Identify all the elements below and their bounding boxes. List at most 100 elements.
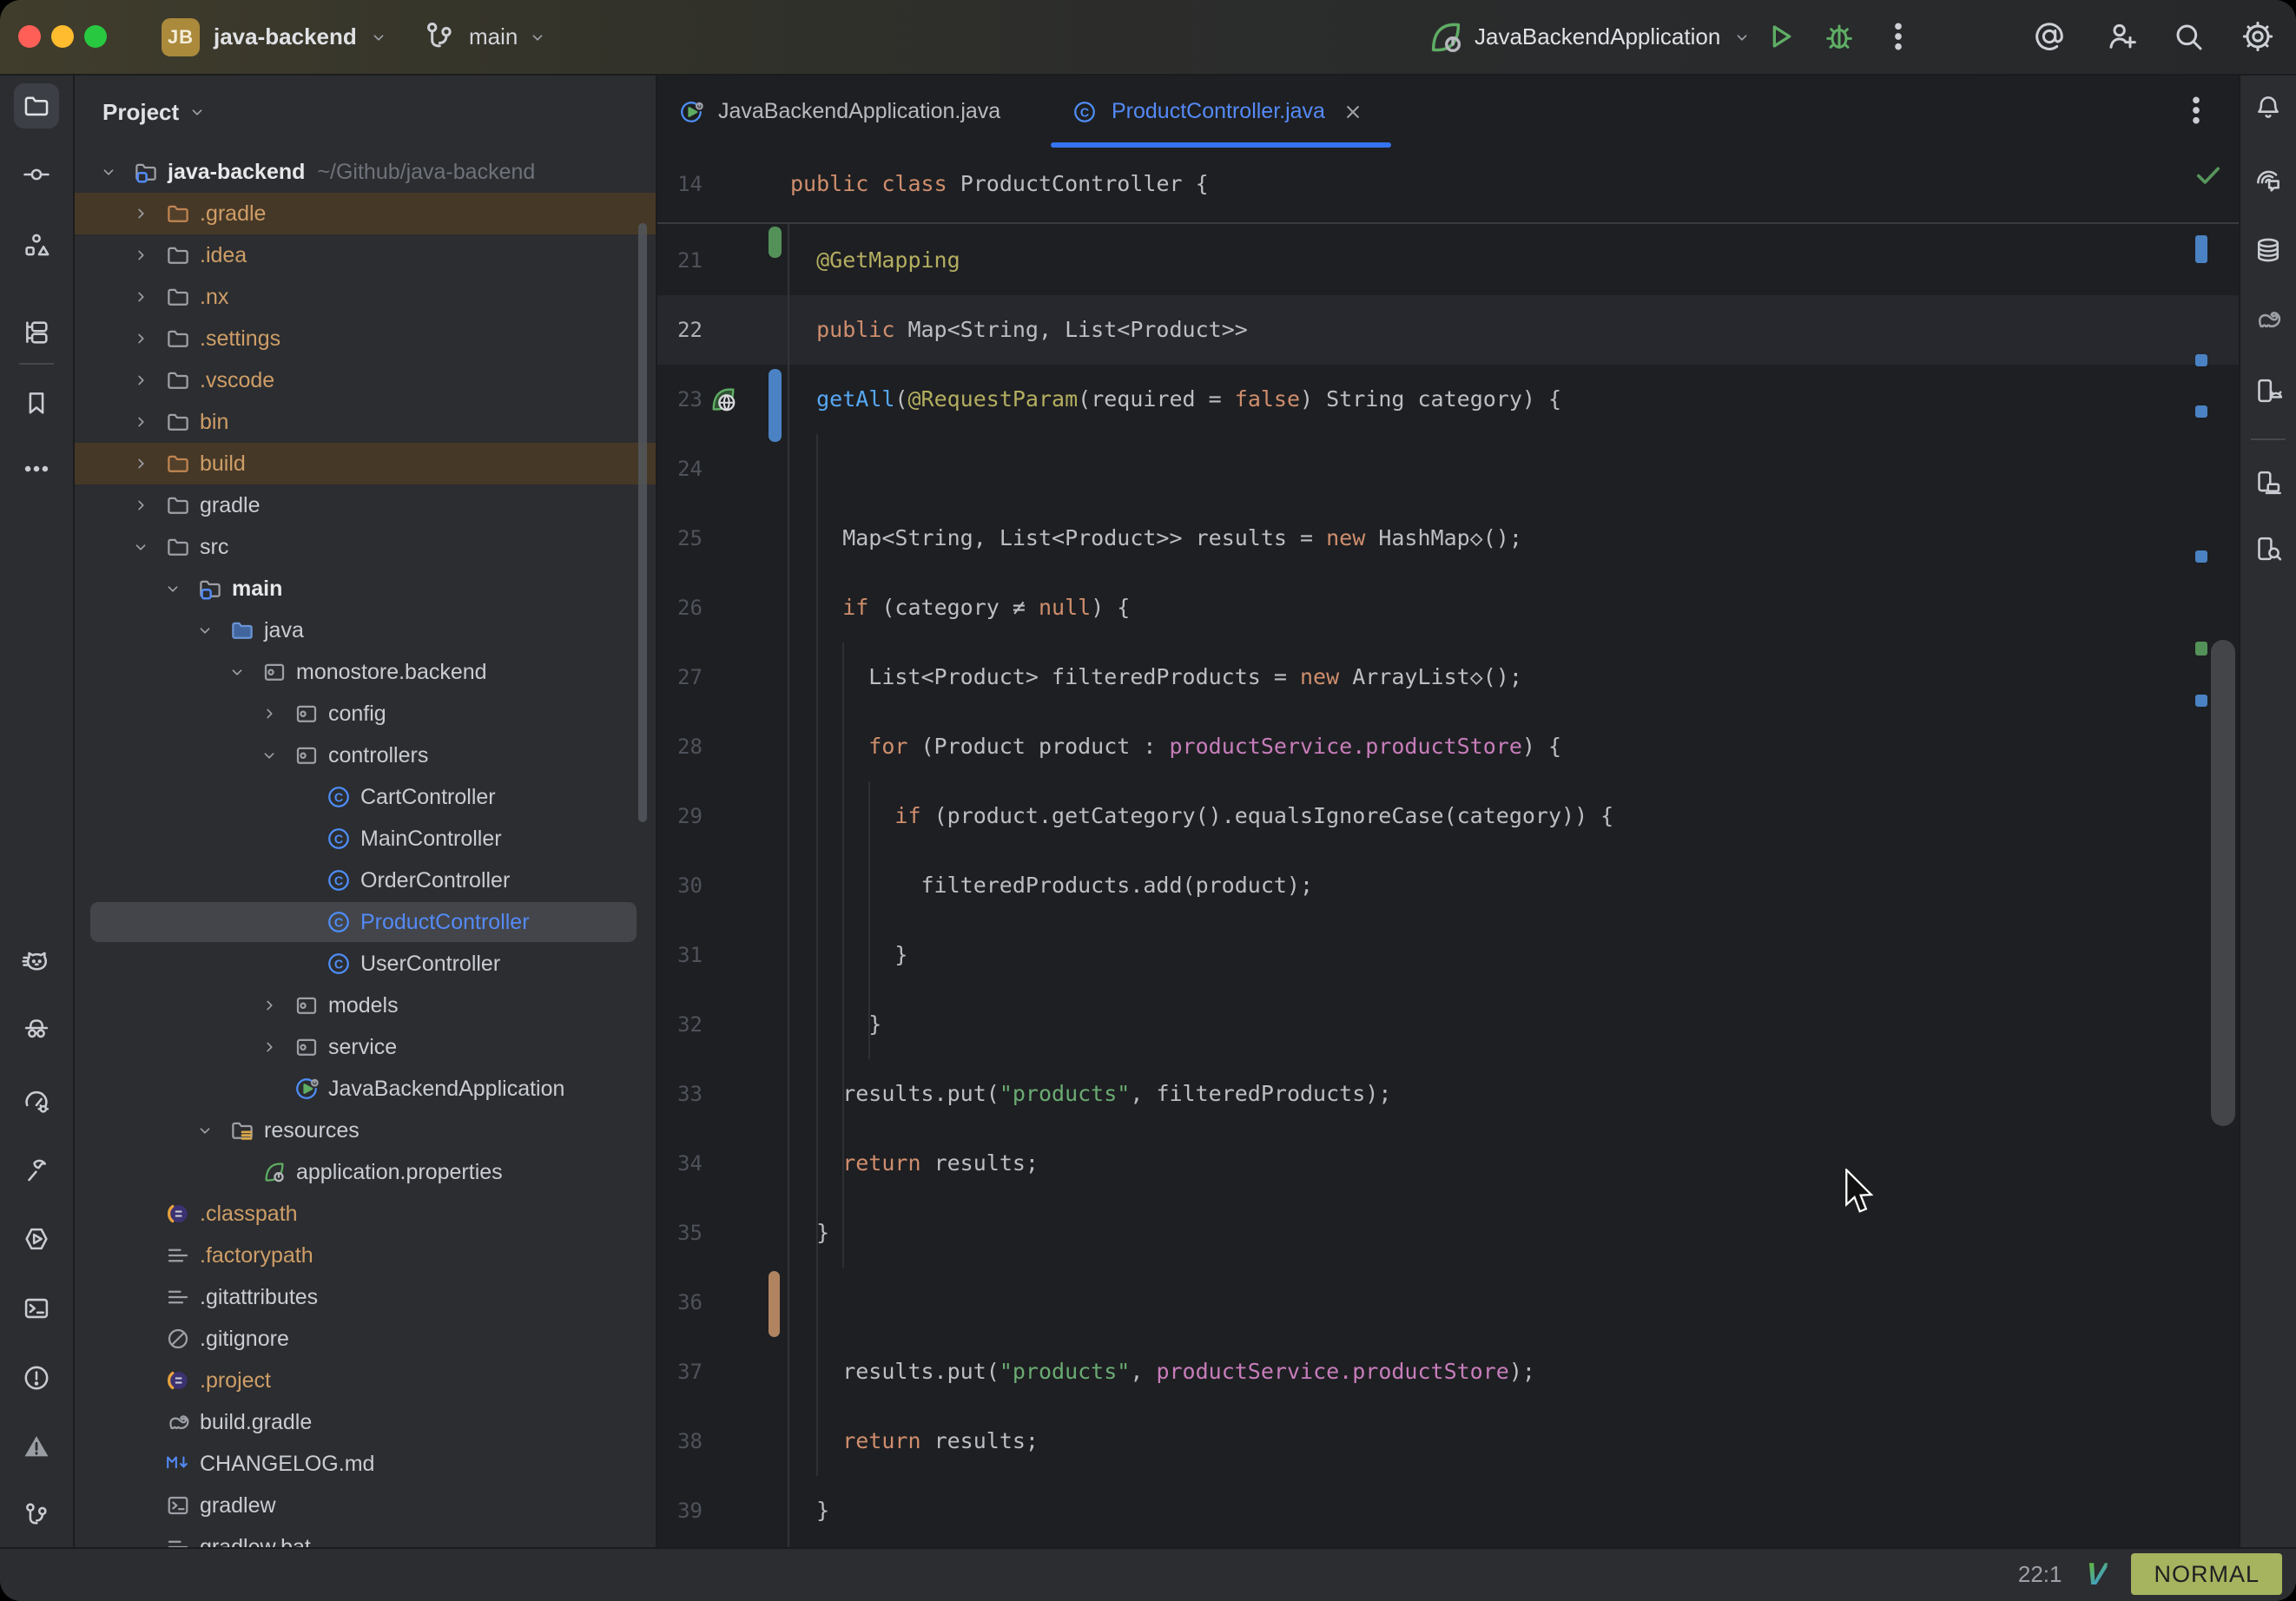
tree-item-gradlew[interactable]: gradlew	[75, 1485, 656, 1526]
run-configuration-selector[interactable]: JavaBackendApplication	[1475, 0, 1752, 74]
tool-window-button-app-inspection[interactable]	[14, 1007, 59, 1052]
tree-item-JavaBackendApplication[interactable]: JavaBackendApplication	[75, 1068, 656, 1110]
line-number[interactable]: 14	[657, 148, 703, 217]
tree-item-monostore.backend[interactable]: monostore.backend	[75, 651, 656, 693]
line-number[interactable]: 21	[657, 226, 703, 295]
tool-window-button-lint-warning[interactable]	[14, 1424, 59, 1469]
tree-item-build.gradle[interactable]: build.gradle	[75, 1401, 656, 1443]
tree-item-.idea[interactable]: .idea	[75, 234, 656, 276]
tree-item-MainController[interactable]: CMainController	[75, 818, 656, 860]
chevron-right-icon[interactable]	[131, 496, 150, 515]
line-number[interactable]: 31	[657, 920, 703, 990]
tool-window-button-profiler[interactable]	[14, 1078, 59, 1123]
tool-window-button-build[interactable]	[14, 1147, 59, 1192]
zoom-window-button[interactable]	[84, 25, 107, 48]
tool-window-button-database[interactable]	[2246, 227, 2291, 273]
tree-item-service[interactable]: service	[75, 1026, 656, 1068]
chevron-right-icon[interactable]	[131, 371, 150, 390]
ai-assistant-button[interactable]	[2032, 19, 2067, 54]
tool-window-button-version-control[interactable]	[14, 1492, 59, 1538]
line-number[interactable]: 38	[657, 1407, 703, 1476]
close-tab-icon[interactable]	[1341, 100, 1365, 124]
tool-window-button-terminal[interactable]	[14, 1286, 59, 1331]
editor-options-kebab-button[interactable]	[2179, 91, 2214, 129]
error-stripe-mark[interactable]	[2195, 695, 2207, 707]
tree-item-.project[interactable]: .project	[75, 1360, 656, 1401]
tree-item-.gradle[interactable]: .gradle	[75, 193, 656, 234]
editor-tab-JavaBackendApplication.java[interactable]: JavaBackendApplication.java	[657, 76, 1072, 148]
line-number[interactable]: 26	[657, 573, 703, 642]
tree-item-models[interactable]: models	[75, 985, 656, 1026]
line-number[interactable]: 37	[657, 1337, 703, 1407]
chevron-down-icon[interactable]	[99, 162, 118, 181]
chevron-right-icon[interactable]	[260, 704, 279, 723]
error-stripe-mark[interactable]	[2195, 550, 2207, 563]
chevron-down-icon[interactable]	[131, 537, 150, 557]
error-stripe-mark[interactable]	[2195, 354, 2207, 366]
ideavim-icon[interactable]: V	[2085, 1556, 2108, 1592]
tree-item-build[interactable]: build	[75, 443, 656, 484]
tree-item-.gitattributes[interactable]: .gitattributes	[75, 1276, 656, 1318]
tool-window-button-bookmarks[interactable]	[14, 380, 59, 425]
tree-item-controllers[interactable]: controllers	[75, 735, 656, 776]
chevron-down-icon[interactable]	[260, 746, 279, 765]
line-number[interactable]: 36	[657, 1268, 703, 1337]
chevron-down-icon[interactable]	[163, 579, 182, 598]
tree-item-resources[interactable]: resources	[75, 1110, 656, 1151]
chevron-right-icon[interactable]	[131, 246, 150, 265]
tree-item-main[interactable]: main	[75, 568, 656, 609]
tool-window-button-device-manager[interactable]	[2246, 368, 2291, 413]
code-with-me-button[interactable]	[2105, 19, 2140, 54]
tree-item-CartController[interactable]: CCartController	[75, 776, 656, 818]
settings-button[interactable]	[2240, 19, 2275, 54]
line-number[interactable]: 33	[657, 1059, 703, 1129]
project-panel-header[interactable]: Project	[102, 93, 207, 131]
tree-item-.factorypath[interactable]: .factorypath	[75, 1235, 656, 1276]
chevron-right-icon[interactable]	[131, 412, 150, 432]
search-everywhere-button[interactable]	[2171, 19, 2206, 54]
debug-button[interactable]	[1822, 19, 1857, 54]
line-number[interactable]: 24	[657, 434, 703, 504]
tree-item-src[interactable]: src	[75, 526, 656, 568]
tool-window-button-services[interactable]	[14, 1216, 59, 1262]
tool-window-button-build-variants[interactable]	[14, 310, 59, 355]
vcs-change-marker-blue[interactable]	[769, 369, 782, 442]
chevron-right-icon[interactable]	[131, 329, 150, 348]
line-number[interactable]: 35	[657, 1198, 703, 1268]
chevron-down-icon[interactable]	[195, 621, 214, 640]
error-stripe-mark[interactable]	[2195, 405, 2207, 418]
vcs-change-marker-tan[interactable]	[769, 1271, 780, 1337]
chevron-right-icon[interactable]	[131, 287, 150, 306]
more-actions-button[interactable]	[1881, 19, 1916, 54]
line-number[interactable]: 39	[657, 1476, 703, 1545]
tree-item-.settings[interactable]: .settings	[75, 318, 656, 359]
editor-scrollbar-thumb[interactable]	[2211, 640, 2235, 1126]
tool-window-button-project[interactable]	[14, 83, 59, 128]
chevron-right-icon[interactable]	[131, 204, 150, 223]
line-number[interactable]: 27	[657, 642, 703, 712]
tool-window-button-problems[interactable]	[14, 1355, 59, 1400]
tool-window-button-running-devices[interactable]	[2246, 460, 2291, 505]
tool-window-button-logcat[interactable]	[14, 939, 59, 985]
line-number[interactable]: 22	[657, 295, 703, 365]
line-number[interactable]: 23	[657, 365, 703, 434]
line-number[interactable]: 30	[657, 851, 703, 920]
tool-window-button-structure[interactable]	[14, 222, 59, 267]
endpoint-globe-icon[interactable]	[708, 384, 739, 415]
tree-item-UserController[interactable]: CUserController	[75, 943, 656, 985]
branch-selector[interactable]: main	[469, 0, 547, 74]
tree-item-application.properties[interactable]: application.properties	[75, 1151, 656, 1193]
tree-item-.nx[interactable]: .nx	[75, 276, 656, 318]
project-selector[interactable]: java-backend	[214, 0, 388, 74]
error-stripe-mark[interactable]	[2195, 642, 2207, 656]
close-window-button[interactable]	[18, 25, 41, 48]
chevron-right-icon[interactable]	[131, 454, 150, 473]
chevron-down-icon[interactable]	[195, 1121, 214, 1140]
tree-item-bin[interactable]: bin	[75, 401, 656, 443]
minimize-window-button[interactable]	[51, 25, 74, 48]
project-tree-scrollbar[interactable]	[638, 223, 647, 822]
editor-tab-ProductController.java[interactable]: CProductController.java	[1051, 76, 1412, 148]
error-stripe-mark[interactable]	[2195, 235, 2207, 263]
tool-window-button-gradle[interactable]	[2246, 297, 2291, 342]
tree-item-.gitignore[interactable]: .gitignore	[75, 1318, 656, 1360]
